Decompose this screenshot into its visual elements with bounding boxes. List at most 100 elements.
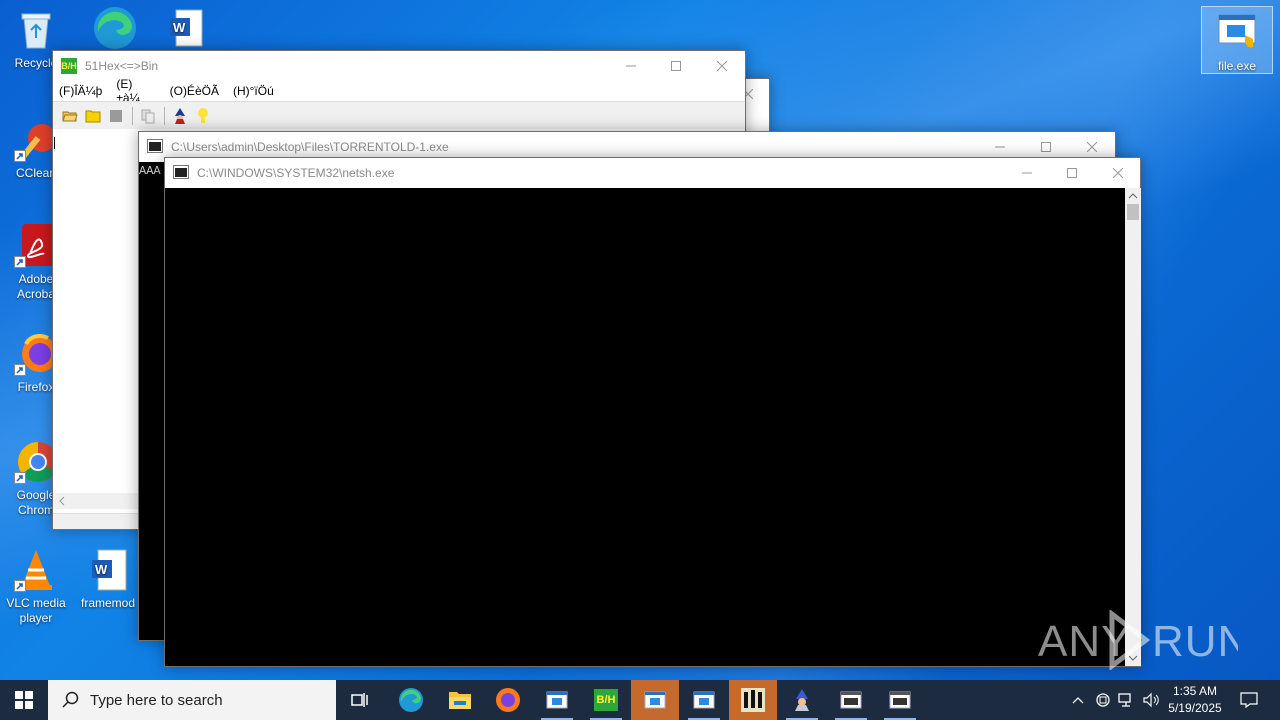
console-app-icon	[147, 139, 163, 155]
console-output[interactable]	[165, 188, 1125, 666]
minimize-button[interactable]	[1004, 158, 1050, 188]
window-title: 51Hex<=>Bin	[85, 59, 159, 73]
taskbar-window-2[interactable]	[680, 680, 728, 720]
word-doc-icon: W	[164, 6, 208, 50]
taskbar-file-explorer[interactable]	[436, 680, 484, 720]
minimize-icon	[1022, 172, 1032, 174]
console-app-icon	[173, 165, 189, 181]
wizard-icon	[795, 689, 809, 711]
close-button[interactable]	[699, 51, 745, 81]
action-center-button[interactable]	[1234, 680, 1264, 720]
maximize-icon	[671, 61, 681, 71]
clock-time: 1:35 AM	[1172, 684, 1218, 698]
maximize-button[interactable]	[1049, 158, 1095, 188]
scroll-up-icon[interactable]	[1128, 192, 1138, 200]
close-button[interactable]	[1095, 158, 1141, 188]
wizard-icon	[175, 107, 185, 124]
task-view-icon	[351, 693, 368, 707]
firefox-icon	[496, 688, 520, 712]
toolbar-separator	[164, 106, 165, 125]
task-view-button[interactable]	[336, 680, 384, 720]
watermark-text-any: ANY	[1038, 617, 1131, 666]
exe-file-icon	[1215, 11, 1259, 55]
stop-icon	[110, 109, 122, 122]
horizontal-scrollbar[interactable]	[53, 493, 139, 509]
maximize-icon	[1067, 168, 1077, 178]
stop-button[interactable]	[105, 105, 127, 127]
tray-overflow-button[interactable]	[1068, 680, 1088, 720]
file-explorer-icon	[449, 692, 471, 709]
taskbar-search-box[interactable]: Type here to search	[48, 680, 336, 720]
maximize-icon	[1041, 142, 1051, 152]
shortcut-arrow-icon	[14, 364, 26, 376]
menu-file[interactable]: (F)ÎÄ¼þ	[59, 84, 102, 98]
maximize-button[interactable]	[653, 51, 699, 81]
shortcut-arrow-icon	[14, 472, 26, 484]
menu-help[interactable]: (H)°ïÖú	[233, 84, 274, 98]
taskbar-window-3[interactable]	[827, 680, 875, 720]
lightbulb-icon	[198, 107, 208, 123]
close-icon	[1087, 142, 1097, 152]
netsh-titlebar[interactable]: C:\WINDOWS\SYSTEM32\netsh.exe	[165, 158, 1140, 188]
tray-security[interactable]	[1092, 680, 1114, 720]
desktop-icon-edge[interactable]	[76, 6, 148, 54]
minimize-icon	[626, 65, 636, 67]
taskbar-hex-bin[interactable]: B/H	[582, 680, 630, 720]
open-folder-button[interactable]	[59, 105, 81, 127]
taskbar-wizard-app[interactable]	[778, 680, 826, 720]
close-icon	[717, 61, 727, 71]
taskbar-tool-app[interactable]	[729, 680, 777, 720]
app-window-icon	[546, 691, 568, 709]
close-icon	[1113, 168, 1123, 178]
desktop-icon-vlc[interactable]: VLC media player	[0, 548, 72, 626]
svg-text:W: W	[173, 20, 186, 35]
desktop-icon-label: framemod	[80, 596, 136, 610]
taskbar-clock[interactable]: 1:35 AM 5/19/2025	[1160, 680, 1230, 720]
scrollbar-thumb[interactable]	[1127, 204, 1139, 220]
status-bar	[53, 513, 139, 529]
minimize-button[interactable]	[608, 51, 654, 81]
taskbar-window-1[interactable]	[533, 680, 581, 720]
anyrun-watermark: ANY RUN	[1038, 608, 1249, 672]
speaker-icon	[1143, 692, 1159, 708]
taskbar-edge[interactable]	[387, 680, 435, 720]
app-window-icon	[693, 691, 715, 709]
svg-text:W: W	[95, 562, 108, 577]
window-title: C:\WINDOWS\SYSTEM32\netsh.exe	[197, 166, 395, 180]
console-text: AAA	[139, 164, 161, 178]
about-button[interactable]	[169, 105, 191, 127]
minimize-icon	[995, 146, 1005, 148]
folder-icon	[85, 110, 101, 122]
help-button[interactable]	[192, 105, 214, 127]
edge-icon	[90, 6, 136, 50]
taskbar-window-4[interactable]	[876, 680, 924, 720]
desktop-icon-framemod[interactable]: W framemod	[72, 548, 144, 611]
toolbar-separator	[132, 106, 133, 125]
desktop-icon-file-exe[interactable]: file.exe	[1201, 6, 1273, 74]
hex-bin-app-icon: B/H	[61, 58, 77, 74]
scroll-left-icon[interactable]	[57, 496, 67, 506]
start-button[interactable]	[0, 680, 48, 720]
watermark-text-run: RUN	[1152, 617, 1238, 666]
desktop-icon-word-doc[interactable]: W	[150, 6, 222, 54]
hex-bin-app-icon: B/H	[594, 689, 618, 711]
window-title: C:\Users\admin\Desktop\Files\TORRENTOLD-…	[171, 140, 449, 154]
tray-network[interactable]	[1116, 680, 1138, 720]
app-window-icon	[840, 691, 862, 709]
taskbar-window-active[interactable]	[631, 680, 679, 720]
shortcut-arrow-icon	[14, 150, 26, 162]
menu-options[interactable]: (O)ÉèÖÃ	[170, 84, 219, 98]
tray-volume[interactable]	[1140, 680, 1162, 720]
chevron-up-icon	[1072, 697, 1084, 704]
taskbar-firefox[interactable]	[484, 680, 532, 720]
word-doc-icon: W	[86, 548, 130, 592]
vertical-scrollbar[interactable]	[1125, 188, 1141, 666]
toolbar	[53, 101, 745, 129]
copy-button[interactable]	[137, 105, 159, 127]
netsh-console-window[interactable]: C:\WINDOWS\SYSTEM32\netsh.exe	[164, 157, 1141, 667]
shortcut-arrow-icon	[14, 256, 26, 268]
folder-button[interactable]	[82, 105, 104, 127]
hex-editor-area[interactable]	[53, 135, 139, 495]
windows-logo-icon	[15, 691, 33, 709]
copy-icon	[141, 109, 155, 123]
